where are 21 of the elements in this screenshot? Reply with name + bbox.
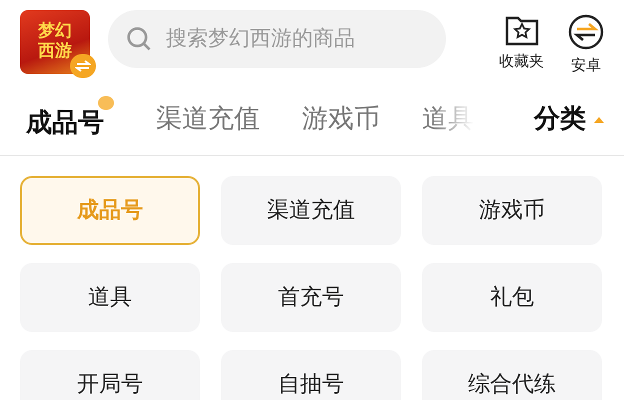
category-option[interactable]: 道具 — [20, 263, 200, 332]
caret-up-icon — [594, 116, 604, 122]
swap-icon — [568, 14, 604, 50]
action-label[interactable]: 安卓 — [571, 54, 601, 76]
category-toggle[interactable]: 分类 — [534, 100, 604, 139]
category-option[interactable]: 游戏币 — [422, 176, 602, 245]
category-option[interactable]: 自抽号 — [221, 350, 401, 400]
search-field[interactable]: 搜索梦幻西游的商品 — [164, 22, 428, 56]
category-tab[interactable]: 成品号 — [26, 96, 114, 143]
category-tab[interactable]: 渠道充值 — [156, 100, 260, 139]
category-option[interactable]: 开局号 — [20, 350, 200, 400]
action-label[interactable]: 收藏夹 — [499, 50, 544, 72]
swap-icon — [70, 54, 96, 78]
category-tab[interactable]: 游戏币 — [302, 100, 380, 139]
category-option[interactable]: 渠道充值 — [221, 176, 401, 245]
search-bar[interactable]: 搜索梦幻西游的商品 — [108, 10, 446, 68]
star-folder-icon — [504, 14, 538, 46]
category-tab[interactable]: 道具 — [422, 100, 474, 139]
category-option[interactable]: 礼包 — [422, 263, 602, 332]
category-option[interactable]: 首充号 — [221, 263, 401, 332]
category-option[interactable]: 综合代练 — [422, 350, 602, 400]
